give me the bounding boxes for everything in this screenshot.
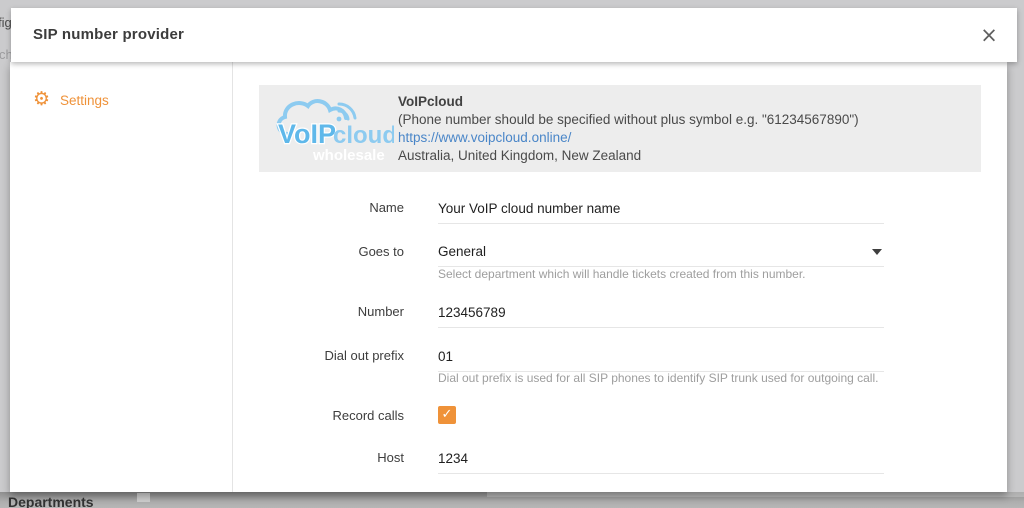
close-icon[interactable]: × [976,22,1002,48]
dialog-body: ⚙ Settings VoIP cloud wholesale VoIPclou… [10,62,1007,492]
number-input[interactable] [438,305,884,328]
sidebar-item-label: Settings [60,93,109,108]
svg-text:wholesale: wholesale [312,147,385,164]
record-calls-label: Record calls [234,408,404,423]
dial-out-prefix-input[interactable] [438,349,884,372]
provider-countries: Australia, United Kingdom, New Zealand [398,147,968,165]
host-label: Host [234,450,404,465]
goes-to-value: General [438,244,486,259]
number-label: Number [234,304,404,319]
svg-text:cloud: cloud [333,122,394,149]
sidebar-divider [232,62,233,492]
svg-text:VoIP: VoIP [278,119,336,149]
record-calls-checkbox[interactable]: ✓ [438,406,456,424]
provider-name: VoIPcloud [398,93,968,111]
provider-note: (Phone number should be specified withou… [398,111,968,129]
dialog-title: SIP number provider [33,8,184,62]
provider-link[interactable]: https://www.voipcloud.online/ [398,130,571,145]
dial-out-prefix-label: Dial out prefix [234,348,404,363]
dialog-header: SIP number provider × [11,8,1017,62]
background-departments-label: Departments [8,494,94,508]
name-label: Name [234,200,404,215]
goes-to-select[interactable]: General [438,244,884,267]
provider-info-card: VoIP cloud wholesale VoIPcloud (Phone nu… [259,85,981,172]
chevron-down-icon [872,249,882,255]
background-bar [487,492,1024,497]
goes-to-label: Goes to [234,244,404,259]
dial-out-prefix-helper: Dial out prefix is used for all SIP phon… [438,371,958,385]
voipcloud-logo: VoIP cloud wholesale [269,92,394,166]
gear-icon: ⚙ [33,90,50,109]
sidebar-item-settings[interactable]: ⚙ Settings [10,80,232,120]
goes-to-helper: Select department which will handle tick… [438,267,958,281]
check-icon: ✓ [442,407,453,422]
name-input[interactable] [438,201,884,224]
background-text-fragment: fig [0,15,12,30]
host-input[interactable] [438,451,884,474]
background-box [137,493,150,502]
